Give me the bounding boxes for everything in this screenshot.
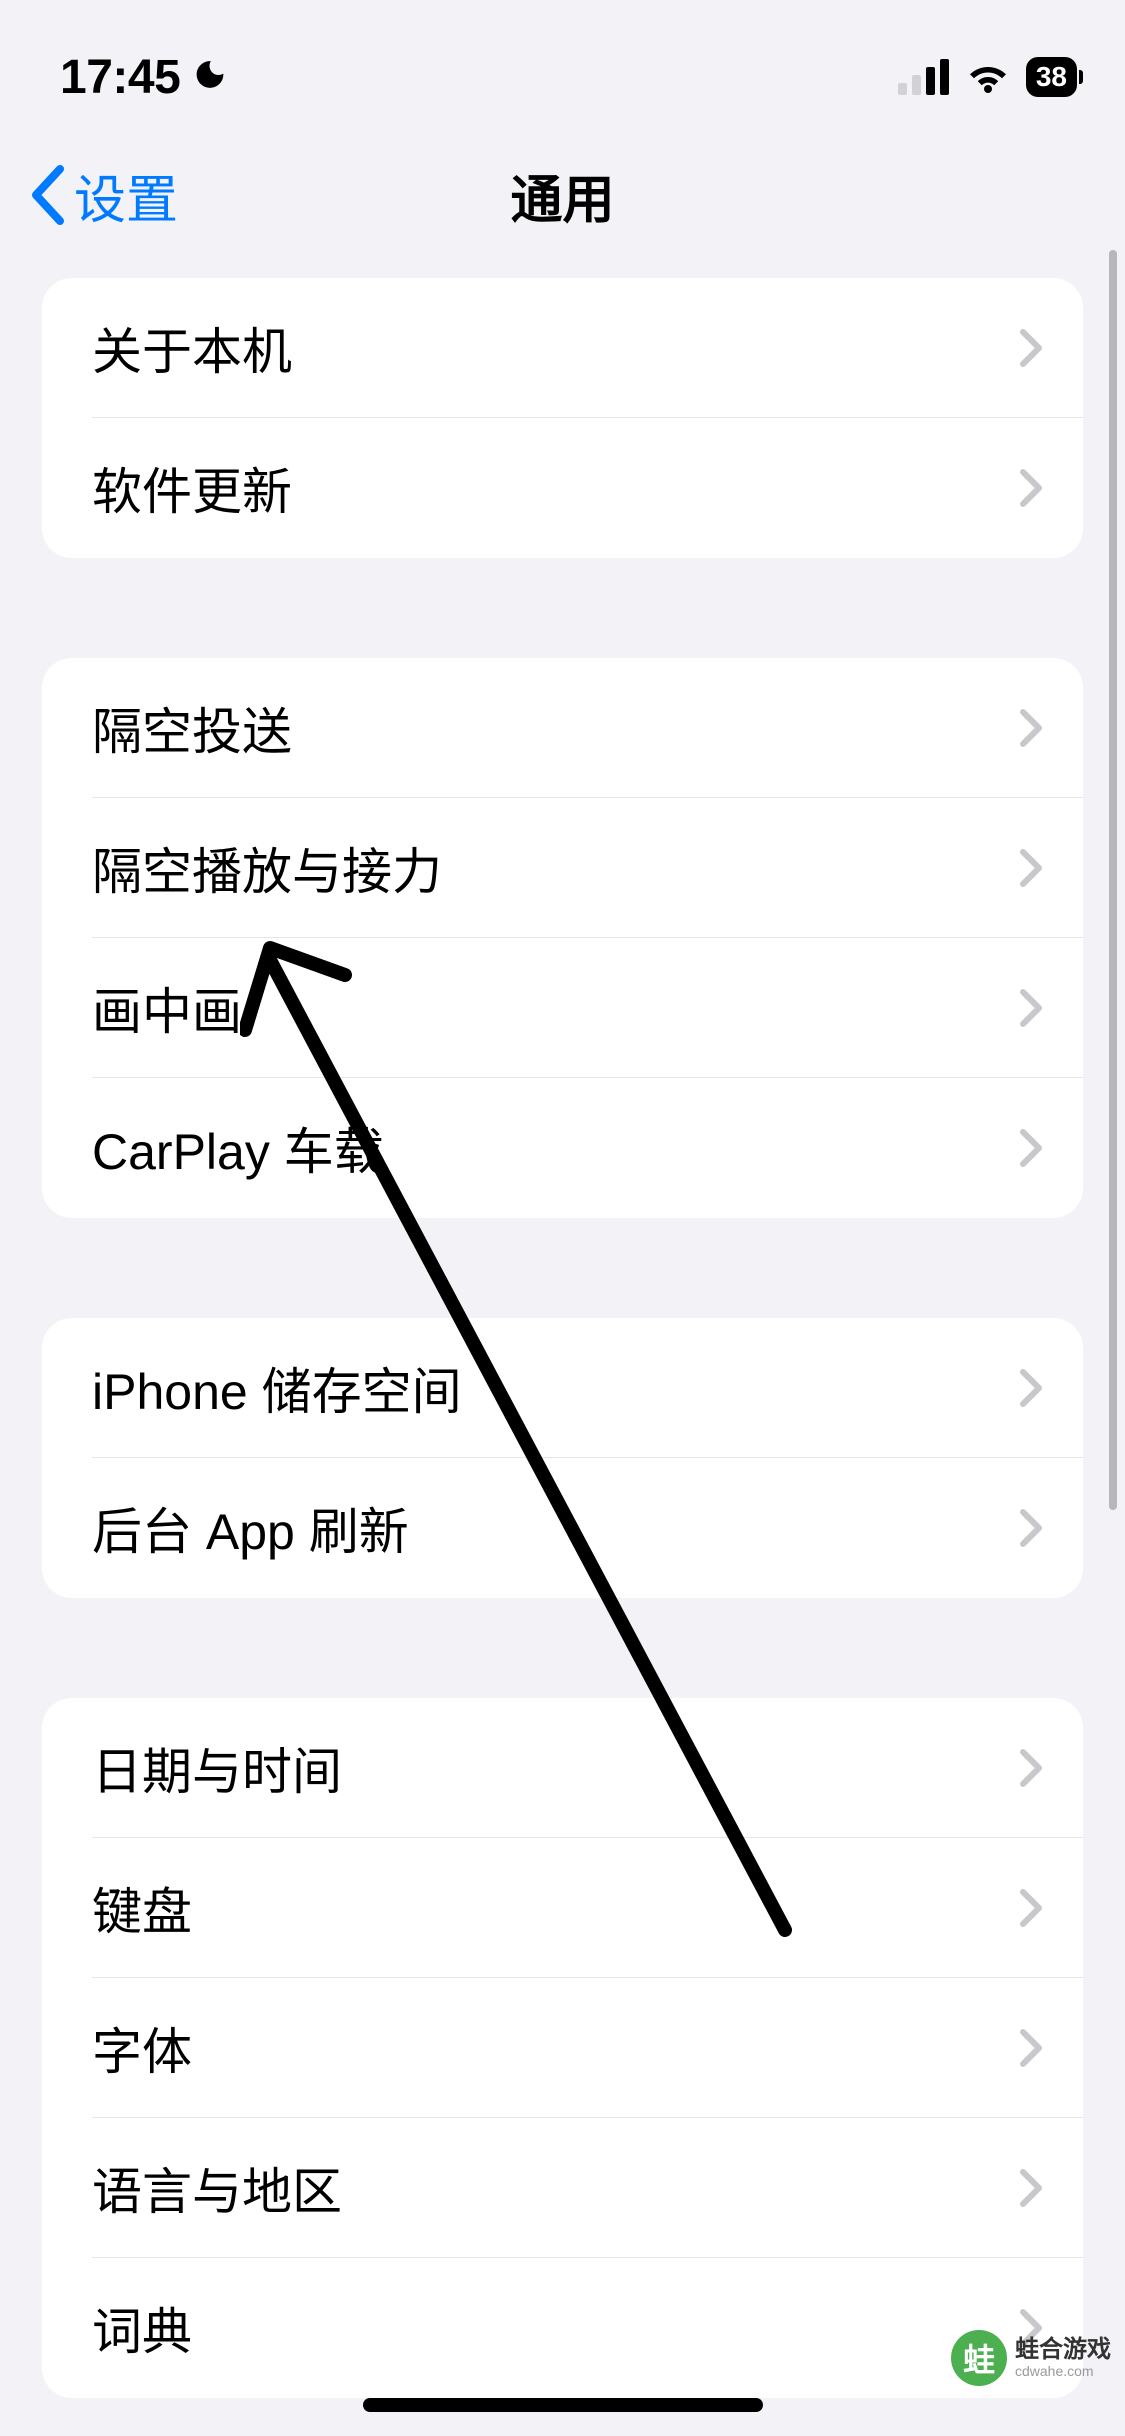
status-bar: 17:45 38 xyxy=(0,0,1125,130)
battery-indicator: 38 xyxy=(1026,57,1077,97)
row-label: CarPlay 车载 xyxy=(92,1112,384,1184)
nav-header: 设置 通用 xyxy=(0,130,1125,260)
status-left: 17:45 xyxy=(60,50,230,105)
row-label: 语言与地区 xyxy=(92,2152,342,2224)
row-airdrop[interactable]: 隔空投送 xyxy=(42,658,1083,798)
home-indicator[interactable] xyxy=(363,2398,763,2412)
row-about[interactable]: 关于本机 xyxy=(42,278,1083,418)
chevron-right-icon xyxy=(1019,468,1043,508)
status-time: 17:45 xyxy=(60,50,180,105)
chevron-right-icon xyxy=(1019,2168,1043,2208)
row-label: 隔空投送 xyxy=(92,692,292,764)
chevron-right-icon xyxy=(1019,848,1043,888)
watermark: 蛙 蛙合游戏 cdwahe.com xyxy=(951,2330,1111,2386)
row-language-region[interactable]: 语言与地区 xyxy=(42,2118,1083,2258)
chevron-right-icon xyxy=(1019,1128,1043,1168)
row-dictionary[interactable]: 词典 xyxy=(42,2258,1083,2398)
settings-group: 日期与时间 键盘 字体 语言与地区 词典 xyxy=(42,1698,1083,2398)
back-label: 设置 xyxy=(74,158,178,233)
chevron-right-icon xyxy=(1019,1748,1043,1788)
row-background-refresh[interactable]: 后台 App 刷新 xyxy=(42,1458,1083,1598)
row-label: 软件更新 xyxy=(92,452,292,524)
wifi-icon xyxy=(964,59,1012,95)
chevron-right-icon xyxy=(1019,328,1043,368)
watermark-main: 蛙合游戏 xyxy=(1015,2338,1111,2362)
chevron-right-icon xyxy=(1019,1888,1043,1928)
row-label: 关于本机 xyxy=(92,312,292,384)
cellular-signal-icon xyxy=(898,59,950,95)
battery-level: 38 xyxy=(1036,61,1067,93)
watermark-badge-icon: 蛙 xyxy=(951,2330,1007,2386)
row-pip[interactable]: 画中画 xyxy=(42,938,1083,1078)
row-keyboard[interactable]: 键盘 xyxy=(42,1838,1083,1978)
settings-group: iPhone 储存空间 后台 App 刷新 xyxy=(42,1318,1083,1598)
watermark-sub: cdwahe.com xyxy=(1015,2364,1111,2378)
page-title: 通用 xyxy=(510,158,614,233)
chevron-right-icon xyxy=(1019,2028,1043,2068)
chevron-right-icon xyxy=(1019,1368,1043,1408)
row-label: 隔空播放与接力 xyxy=(92,832,442,904)
row-label: 画中画 xyxy=(92,972,242,1044)
scrollbar[interactable] xyxy=(1109,250,1117,1510)
row-label: iPhone 储存空间 xyxy=(92,1352,462,1424)
row-airplay-handoff[interactable]: 隔空播放与接力 xyxy=(42,798,1083,938)
chevron-right-icon xyxy=(1019,708,1043,748)
row-carplay[interactable]: CarPlay 车载 xyxy=(42,1078,1083,1218)
settings-group: 关于本机 软件更新 xyxy=(42,278,1083,558)
row-fonts[interactable]: 字体 xyxy=(42,1978,1083,2118)
settings-group: 隔空投送 隔空播放与接力 画中画 CarPlay 车载 xyxy=(42,658,1083,1218)
row-date-time[interactable]: 日期与时间 xyxy=(42,1698,1083,1838)
row-label: 日期与时间 xyxy=(92,1732,342,1804)
row-label: 词典 xyxy=(92,2292,192,2364)
dnd-moon-icon xyxy=(190,57,230,97)
row-label: 字体 xyxy=(92,2012,192,2084)
back-button[interactable]: 设置 xyxy=(30,158,178,233)
row-storage[interactable]: iPhone 储存空间 xyxy=(42,1318,1083,1458)
chevron-right-icon xyxy=(1019,988,1043,1028)
chevron-left-icon xyxy=(30,165,66,225)
watermark-text: 蛙合游戏 cdwahe.com xyxy=(1015,2338,1111,2378)
row-label: 键盘 xyxy=(92,1872,192,1944)
content: 关于本机 软件更新 隔空投送 隔空播放与接力 画中画 CarPlay 车载 iP… xyxy=(0,260,1125,2398)
row-software-update[interactable]: 软件更新 xyxy=(42,418,1083,558)
row-label: 后台 App 刷新 xyxy=(92,1492,409,1564)
status-right: 38 xyxy=(898,57,1077,97)
chevron-right-icon xyxy=(1019,1508,1043,1548)
